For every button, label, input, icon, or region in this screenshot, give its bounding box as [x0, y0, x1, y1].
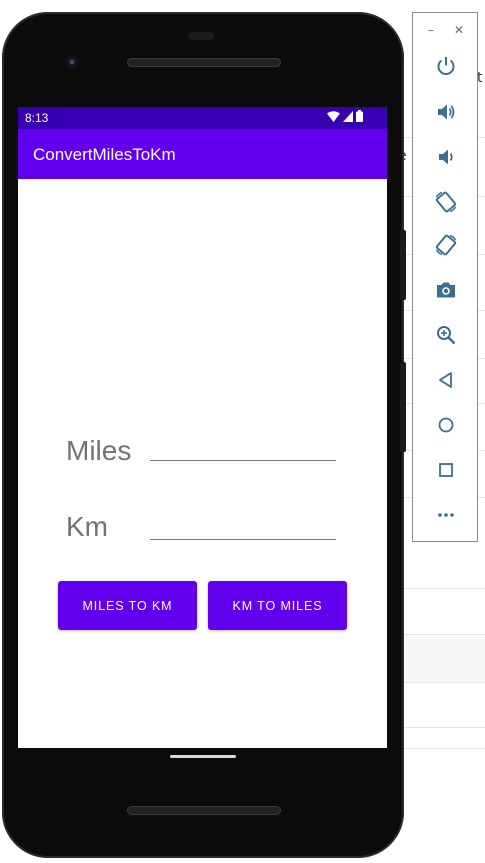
overview-icon[interactable]	[433, 457, 459, 483]
rotate-right-icon[interactable]	[433, 232, 459, 258]
minimize-icon[interactable]: –	[424, 23, 438, 37]
battery-icon	[356, 109, 363, 127]
volume-down-icon[interactable]	[433, 144, 459, 170]
miles-to-km-button[interactable]: MILES TO KM	[58, 581, 197, 630]
device-screen: 8:13 ConvertMilesToKm Miles Km MILES TO …	[18, 107, 387, 748]
bottom-speaker	[127, 806, 281, 815]
phone-volume-button	[400, 362, 406, 452]
miles-label: Miles	[66, 435, 132, 466]
volume-up-icon[interactable]	[433, 99, 459, 125]
rotate-left-icon[interactable]	[433, 189, 459, 215]
zoom-icon[interactable]	[433, 322, 459, 348]
emulator-stage: t e l 8:13 Co	[0, 0, 485, 863]
signal-icon	[343, 109, 353, 127]
front-camera	[65, 55, 79, 69]
home-icon[interactable]	[433, 412, 459, 438]
app-bar: ConvertMilesToKm	[18, 129, 387, 179]
gesture-nav-bar[interactable]	[170, 755, 236, 758]
phone-power-button	[400, 230, 406, 300]
miles-input[interactable]	[150, 432, 336, 461]
top-speaker	[127, 58, 281, 67]
km-to-miles-button[interactable]: KM TO MILES	[208, 581, 347, 630]
power-icon[interactable]	[433, 53, 459, 79]
phone-sensor	[188, 32, 214, 40]
close-icon[interactable]: ✕	[452, 23, 466, 37]
more-icon[interactable]	[433, 502, 459, 528]
status-bar: 8:13	[18, 107, 387, 129]
emulator-toolbar: – ✕	[412, 12, 478, 542]
km-label: Km	[66, 511, 108, 542]
screenshot-icon[interactable]	[433, 277, 459, 303]
km-input[interactable]	[150, 511, 336, 540]
wifi-icon	[327, 109, 340, 127]
back-icon[interactable]	[433, 367, 459, 393]
status-time: 8:13	[25, 111, 49, 125]
app-title: ConvertMilesToKm	[33, 145, 176, 164]
status-icons	[327, 109, 363, 127]
